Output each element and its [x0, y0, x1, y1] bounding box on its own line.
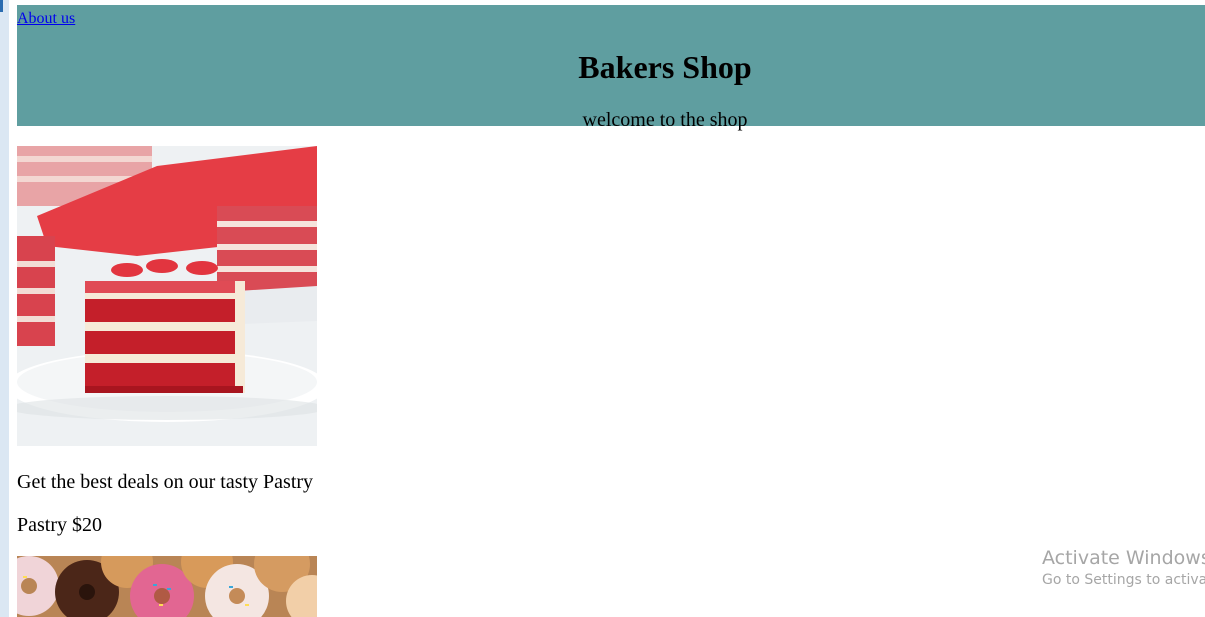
- page-body: About us Bakers Shop welcome to the shop: [17, 0, 1205, 617]
- about-us-link[interactable]: About us: [17, 10, 75, 28]
- donuts-image: [17, 556, 317, 617]
- red-velvet-cake-image: [17, 146, 317, 446]
- product-description: Get the best deals on our tasty Pastry: [17, 471, 314, 493]
- window-left-edge: [0, 0, 9, 617]
- watermark-subtitle: Go to Settings to activate Windows.: [1042, 572, 1205, 588]
- site-header: About us Bakers Shop welcome to the shop: [17, 5, 1205, 131]
- activate-windows-watermark: Activate Windows Go to Settings to activ…: [1042, 546, 1205, 590]
- watermark-title: Activate Windows: [1042, 547, 1205, 569]
- header-tagline: welcome to the shop: [582, 109, 748, 131]
- page-title: Bakers Shop: [578, 49, 752, 85]
- product-price: Pastry $20: [17, 514, 102, 536]
- window-edge-accent: [0, 0, 3, 12]
